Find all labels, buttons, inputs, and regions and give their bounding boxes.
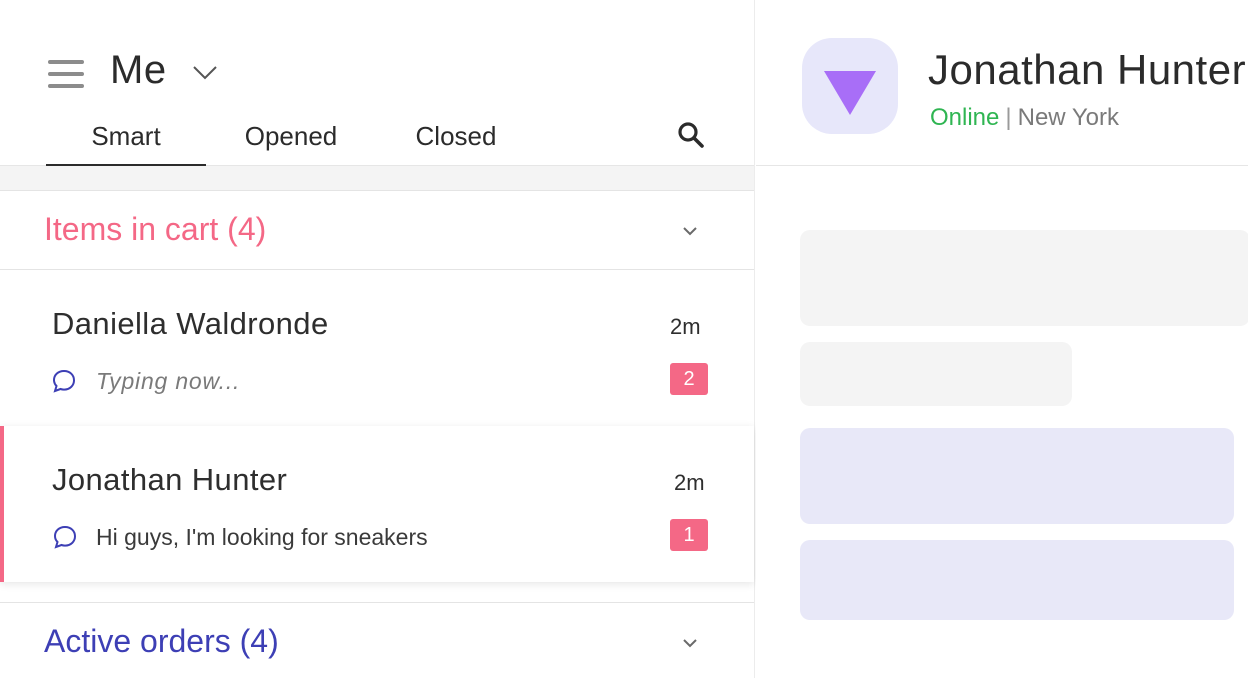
- message-placeholder: [800, 342, 1072, 406]
- section-active-orders[interactable]: Active orders (4): [0, 602, 754, 678]
- contact-header: Jonathan Hunter Online | New York: [756, 0, 1248, 166]
- message-placeholder: [800, 428, 1234, 524]
- conversation-time: 2m: [670, 314, 701, 339]
- conversation-preview: Typing now...: [96, 368, 241, 394]
- tab-smart[interactable]: Smart: [46, 118, 206, 166]
- status-separator: |: [1005, 104, 1012, 131]
- inbox-header: Me Smart Opened Closed: [0, 0, 754, 166]
- conversation-detail-pane: Jonathan Hunter Online | New York: [756, 0, 1248, 678]
- conversation-list-pane: Me Smart Opened Closed Items in cart (4)…: [0, 0, 755, 678]
- contact-name: Jonathan Hunter: [928, 46, 1247, 93]
- chat-bubble-icon: [51, 368, 77, 394]
- unread-badge: 1: [670, 519, 708, 551]
- inbox-title: Me: [110, 48, 167, 92]
- hamburger-menu-icon[interactable]: [48, 60, 84, 88]
- section-items-in-cart[interactable]: Items in cart (4): [0, 190, 754, 270]
- section-title: Active orders (4): [44, 623, 279, 659]
- section-title: Items in cart (4): [44, 211, 267, 247]
- list-spacer: [0, 166, 754, 190]
- avatar[interactable]: [802, 38, 898, 134]
- contact-location: New York: [1017, 104, 1119, 131]
- triangle-down-icon: [824, 71, 876, 115]
- chevron-down-icon[interactable]: [190, 60, 220, 84]
- unread-badge: 2: [670, 363, 708, 395]
- online-status: Online: [930, 104, 1000, 131]
- chevron-down-icon[interactable]: [680, 224, 700, 238]
- chevron-down-icon[interactable]: [680, 636, 700, 650]
- conversation-time: 2m: [674, 470, 705, 495]
- search-icon[interactable]: [676, 120, 706, 150]
- tab-closed[interactable]: Closed: [406, 118, 506, 166]
- conversation-name: Daniella Waldronde: [52, 306, 329, 341]
- tab-opened[interactable]: Opened: [236, 118, 346, 166]
- contact-status: Online | New York: [930, 104, 1119, 132]
- conversation-item[interactable]: Daniella Waldronde 2m Typing now... 2: [0, 270, 754, 424]
- chat-bubble-icon: [52, 524, 78, 550]
- conversation-item-selected[interactable]: Jonathan Hunter 2m Hi guys, I'm looking …: [0, 426, 754, 582]
- message-placeholder: [800, 230, 1248, 326]
- conversation-name: Jonathan Hunter: [52, 462, 288, 497]
- message-placeholder: [800, 540, 1234, 620]
- conversation-preview: Hi guys, I'm looking for sneakers: [96, 524, 428, 550]
